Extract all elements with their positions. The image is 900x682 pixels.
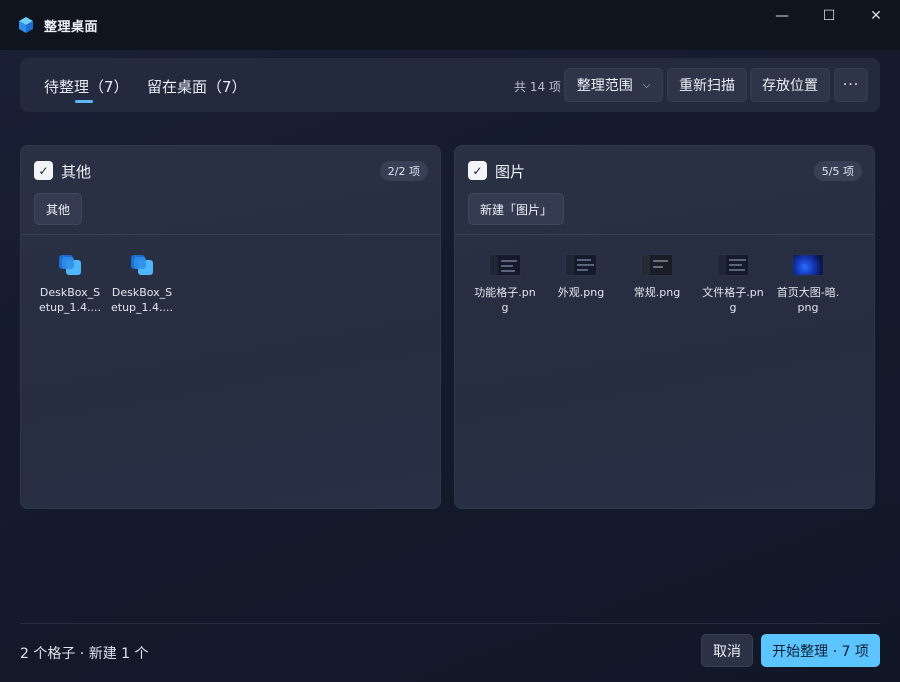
file-name: 首页大图-暗.png xyxy=(776,286,840,314)
total-item-count: 共 14 项 xyxy=(514,80,561,94)
file-name: 外观.png xyxy=(557,286,605,299)
group-checkbox-images[interactable]: ✓ xyxy=(468,161,487,180)
toolbar: 待整理（7） 留在桌面（7） 共 14 项 整理范围 ⌵ 重新扫描 存放位置 ·… xyxy=(20,58,880,112)
file-item[interactable]: 文件格子.png xyxy=(700,249,766,315)
screenshot-thumbnail xyxy=(717,249,749,281)
group-count-badge: 2/2 项 xyxy=(379,161,428,181)
organize-scope-label: 整理范围 xyxy=(576,78,633,94)
deskbox-installer-icon xyxy=(126,249,158,281)
file-name: 常规.png xyxy=(633,286,681,299)
file-item[interactable]: 功能格子.png xyxy=(472,249,538,315)
active-tab-indicator xyxy=(75,100,93,103)
app-cube-icon xyxy=(19,17,33,33)
tab-stay-on-desktop[interactable]: 留在桌面（7） xyxy=(147,76,247,97)
file-name: 功能格子.png xyxy=(474,286,536,314)
minimize-button[interactable]: — xyxy=(759,0,805,32)
group-title: 其他 xyxy=(61,163,92,181)
hero-image-thumbnail xyxy=(792,249,824,281)
tab-pending[interactable]: 待整理（7） xyxy=(44,76,129,97)
file-item[interactable]: DeskBox_Setup_1.4.... xyxy=(37,249,103,315)
storage-location-button[interactable]: 存放位置 xyxy=(750,68,830,102)
divider xyxy=(455,234,874,235)
group-panel-other: ✓ 其他 2/2 项 其他 DeskBox_Setup_1.4.... Desk… xyxy=(20,145,441,509)
maximize-button[interactable]: ☐ xyxy=(806,0,852,32)
organize-scope-dropdown[interactable]: 整理范围 ⌵ xyxy=(564,68,663,102)
file-item[interactable]: DeskBox_Setup_1.4.... xyxy=(109,249,175,315)
cancel-button[interactable]: 取消 xyxy=(701,634,753,667)
file-item[interactable]: 外观.png xyxy=(548,249,614,300)
close-button[interactable]: ✕ xyxy=(853,0,899,32)
more-options-button[interactable]: ··· xyxy=(834,68,868,102)
title-bar: 整理桌面 — ☐ ✕ xyxy=(0,0,900,50)
deskbox-installer-icon xyxy=(54,249,86,281)
group-title: 图片 xyxy=(495,163,526,181)
file-name: 文件格子.png xyxy=(702,286,764,314)
group-target-chip[interactable]: 其他 xyxy=(34,193,83,225)
divider xyxy=(21,234,440,235)
screenshot-thumbnail xyxy=(641,249,673,281)
rescan-button[interactable]: 重新扫描 xyxy=(667,68,747,102)
group-target-chip[interactable]: 新建「图片」 xyxy=(468,193,565,225)
file-name: DeskBox_Setup_1.4.... xyxy=(38,286,101,314)
start-organize-button[interactable]: 开始整理 · 7 项 xyxy=(761,634,880,667)
file-item[interactable]: 常规.png xyxy=(624,249,690,300)
checkmark-icon: ✓ xyxy=(472,163,483,178)
chevron-down-icon: ⌵ xyxy=(642,79,651,91)
group-checkbox-other[interactable]: ✓ xyxy=(34,161,53,180)
screenshot-thumbnail xyxy=(489,249,521,281)
file-name: DeskBox_Setup_1.4.... xyxy=(110,286,173,314)
file-item[interactable]: 首页大图-暗.png xyxy=(775,249,841,315)
window-title: 整理桌面 xyxy=(44,20,99,35)
checkmark-icon: ✓ xyxy=(38,163,49,178)
footer-summary: 2 个格子 · 新建 1 个 xyxy=(20,646,149,662)
screenshot-thumbnail xyxy=(565,249,597,281)
footer-divider xyxy=(20,623,880,624)
group-panel-images: ✓ 图片 5/5 项 新建「图片」 功能格子.png 外观.png 常规.png… xyxy=(454,145,875,509)
group-count-badge: 5/5 项 xyxy=(813,161,862,181)
